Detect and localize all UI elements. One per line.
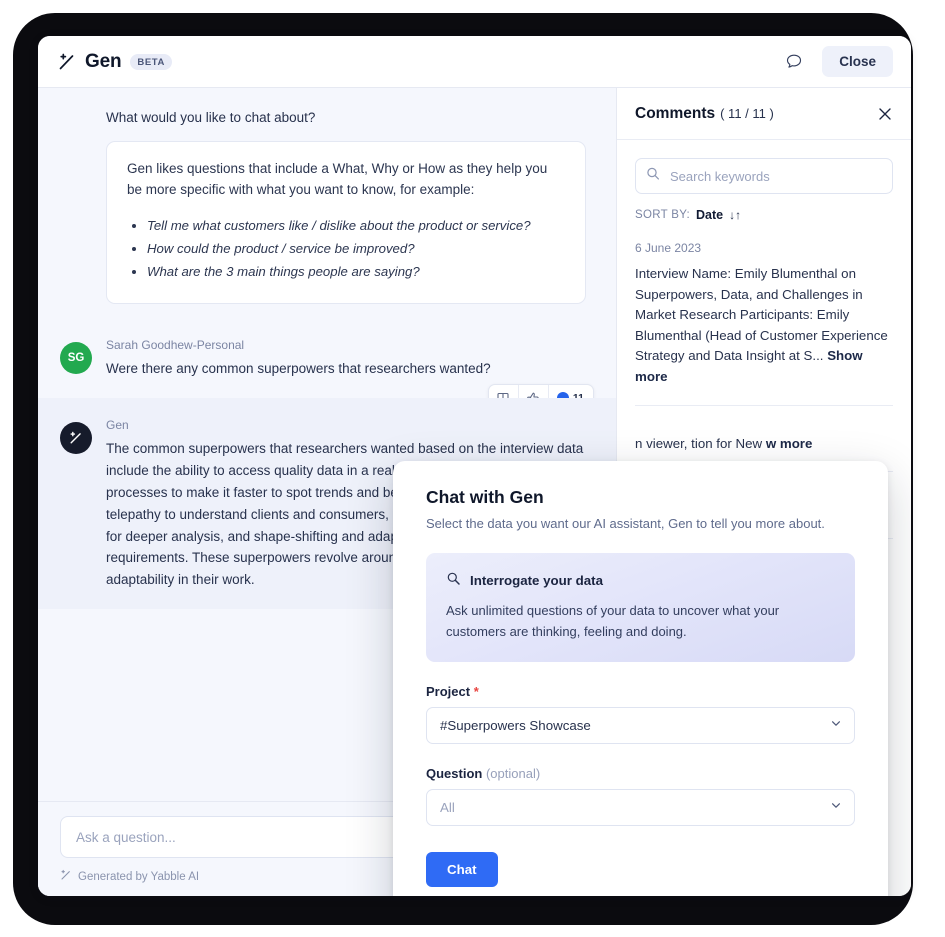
question-field: Question (optional) All [426, 766, 855, 826]
header-actions: Close [782, 46, 893, 77]
project-selected-value: #Superpowers Showcase [440, 717, 591, 733]
message-author: Gen [106, 418, 129, 433]
question-selected-value: All [440, 799, 455, 815]
optional-marker: (optional) [485, 765, 541, 781]
project-label: Project * [426, 684, 855, 699]
comments-header: Comments ( 11 / 11 ) [617, 88, 911, 140]
required-marker: * [473, 683, 479, 699]
speech-bubble-icon[interactable] [782, 50, 806, 74]
chat-submit-button[interactable]: Chat [426, 851, 498, 887]
show-more-link[interactable]: w more [766, 436, 813, 451]
hint-intro: Gen likes questions that include a What,… [127, 161, 548, 197]
chat-with-gen-modal: Chat with Gen Select the data you want o… [393, 461, 888, 896]
sort-arrows-icon[interactable]: ↓↑ [729, 208, 741, 222]
modal-title: Chat with Gen [426, 487, 544, 507]
project-label-text: Project [426, 683, 471, 699]
hint-example: Tell me what customers like / dislike ab… [147, 215, 565, 236]
chat-message-user: SG Sarah Goodhew-Personal Were there any… [38, 318, 616, 413]
search-input[interactable] [635, 158, 893, 194]
promo-heading: Interrogate your data [470, 572, 603, 588]
comment-date: 6 June 2023 [635, 241, 702, 255]
comments-title: Comments [635, 104, 716, 122]
chevron-down-icon [830, 800, 842, 815]
hint-card: Gen likes questions that include a What,… [106, 141, 586, 305]
comment-text: Interview Name: Emily Blumenthal on Supe… [635, 264, 893, 388]
generated-by-text: Generated by Yabble AI [78, 870, 200, 883]
sparkle-icon [58, 53, 76, 71]
magnifier-icon [446, 571, 461, 589]
question-label: Question (optional) [426, 766, 855, 781]
project-field: Project * #Superpowers Showcase [426, 684, 855, 744]
message-body: Sarah Goodhew-Personal Were there any co… [106, 338, 586, 380]
comment-text: n viewer, tion for New w more [635, 434, 893, 455]
question-select[interactable]: All [426, 788, 855, 826]
app-header: Gen BETA Close [38, 36, 911, 88]
comment-body: n viewer, tion for New [635, 435, 763, 451]
chat-prompt: What would you like to chat about? [106, 110, 316, 125]
comment-search-wrap [635, 158, 893, 194]
hint-example: How could the product / service be impro… [147, 238, 565, 259]
chevron-down-icon [830, 718, 842, 733]
interrogate-your-data-card[interactable]: Interrogate your data Ask unlimited ques… [426, 553, 855, 662]
close-icon[interactable] [875, 104, 895, 124]
question-label-text: Question [426, 765, 483, 781]
hint-example-list: Tell me what customers like / dislike ab… [147, 215, 565, 282]
sort-control[interactable]: SORT BY: Date ↓↑ [635, 208, 893, 222]
message-text: Were there any common superpowers that r… [106, 361, 491, 377]
promo-body: Ask unlimited questions of your data to … [446, 603, 780, 639]
gen-app-window: Gen BETA Close What would you like to ch… [38, 36, 911, 896]
brand-name: Gen [85, 50, 122, 72]
project-select[interactable]: #Superpowers Showcase [426, 706, 855, 744]
sort-label: SORT BY: [635, 209, 691, 221]
avatar: SG [60, 342, 92, 375]
message-author: Sarah Goodhew-Personal [106, 338, 245, 353]
sort-value: Date [696, 208, 724, 222]
sparkle-small-icon [60, 869, 72, 884]
beta-badge: BETA [130, 53, 172, 70]
gen-avatar [60, 422, 92, 455]
modal-subtitle: Select the data you want our AI assistan… [426, 516, 825, 531]
promo-heading-row: Interrogate your data [446, 571, 835, 589]
hint-example: What are the 3 main things people are sa… [147, 261, 565, 282]
brand-logo: Gen BETA [58, 51, 172, 73]
comments-count: ( 11 / 11 ) [720, 106, 774, 121]
close-button[interactable]: Close [822, 46, 893, 77]
comment-item[interactable]: 6 June 2023 Interview Name: Emily Blumen… [635, 222, 893, 406]
